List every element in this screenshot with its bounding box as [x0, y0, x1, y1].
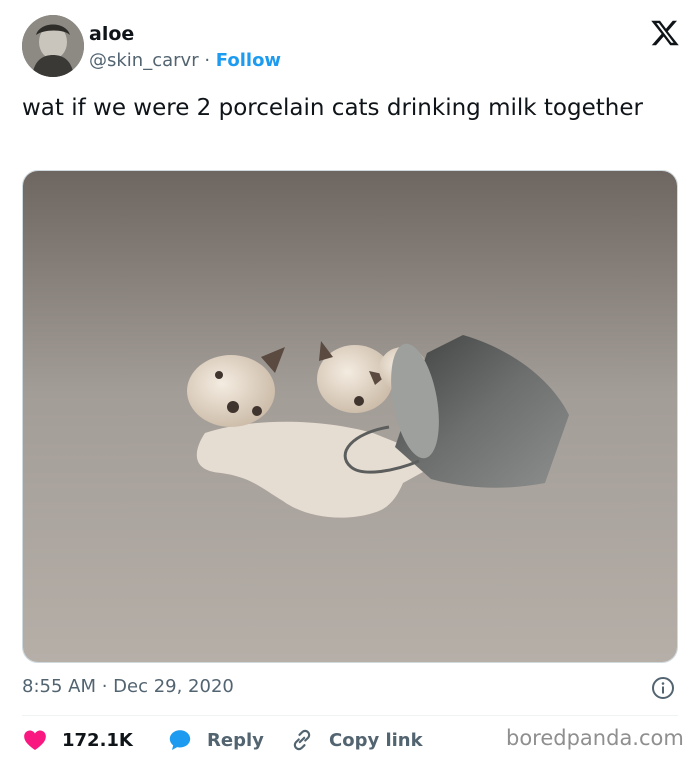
separator: ·	[204, 50, 211, 71]
reply-button[interactable]: Reply	[167, 726, 264, 754]
author-handle[interactable]: @skin_carvr	[89, 50, 199, 71]
tweet-image[interactable]	[22, 170, 678, 663]
author-name[interactable]: aloe	[89, 23, 134, 45]
reply-label: Reply	[207, 729, 264, 751]
tweet-header: aloe @skin_carvr · Follow	[22, 15, 682, 79]
link-icon	[293, 729, 311, 751]
avatar[interactable]	[22, 15, 84, 77]
info-icon[interactable]	[651, 676, 675, 700]
heart-icon	[24, 730, 46, 750]
like-button[interactable]: 172.1K	[22, 726, 133, 754]
action-bar: 172.1K Reply Copy link boredpanda.com	[22, 724, 684, 756]
watermark: boredpanda.com	[506, 726, 684, 750]
divider	[22, 715, 678, 716]
x-logo-icon[interactable]	[650, 18, 680, 48]
author-handle-row: @skin_carvr · Follow	[89, 50, 281, 71]
copy-link-label: Copy link	[329, 729, 423, 751]
speech-bubble-icon	[169, 730, 191, 750]
porcelain-cats-photo-icon	[23, 171, 677, 662]
likes-count: 172.1K	[62, 729, 133, 751]
tweet-text: wat if we were 2 porcelain cats drinking…	[22, 95, 643, 121]
tweet-timestamp[interactable]: 8:55 AM · Dec 29, 2020	[22, 676, 234, 697]
follow-button[interactable]: Follow	[216, 50, 281, 71]
copy-link-button[interactable]: Copy link	[289, 726, 423, 754]
